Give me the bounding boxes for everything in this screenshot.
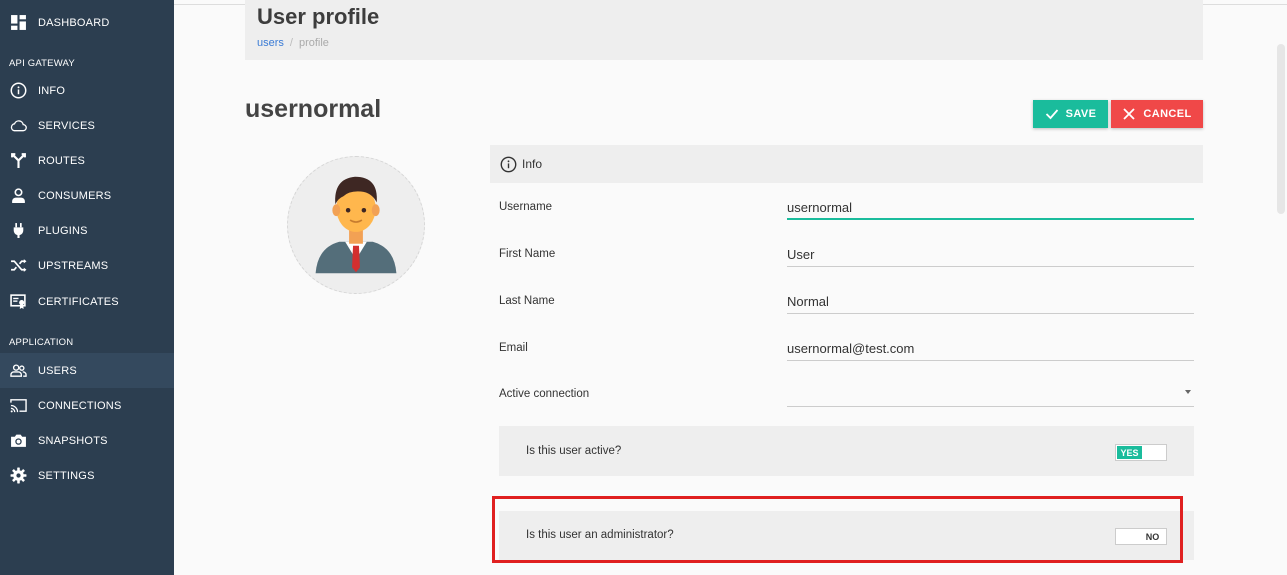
cancel-button[interactable]: CANCEL <box>1111 100 1203 128</box>
sidebar-item-label: UPSTREAMS <box>38 259 109 272</box>
cast-icon <box>9 397 27 415</box>
sidebar-item-label: SETTINGS <box>38 469 95 482</box>
info-icon <box>500 156 517 172</box>
sidebar-item-label: DASHBOARD <box>38 16 110 29</box>
camera-icon <box>9 432 27 450</box>
cancel-button-label: CANCEL <box>1143 108 1192 120</box>
save-button[interactable]: SAVE <box>1033 100 1108 128</box>
shuffle-icon <box>9 257 27 275</box>
sidebar-section-application: APPLICATION <box>9 337 74 348</box>
sidebar-item-label: USERS <box>38 364 77 377</box>
sidebar-item-consumers[interactable]: CONSUMERS <box>0 178 174 213</box>
sidebar-item-dashboard[interactable]: DASHBOARD <box>0 5 174 40</box>
users-icon <box>9 362 27 380</box>
active-connection-select[interactable] <box>787 383 1194 407</box>
sidebar-item-settings[interactable]: SETTINGS <box>0 458 174 493</box>
first-name-field[interactable] <box>787 243 1194 267</box>
page-header: User profile users / profile <box>245 0 1203 60</box>
sidebar-item-label: CONSUMERS <box>38 189 112 202</box>
email-field[interactable] <box>787 337 1194 361</box>
check-icon <box>1045 109 1058 120</box>
breadcrumb: users / profile <box>257 37 329 49</box>
admin-toggle-off-label: NO <box>1145 531 1160 542</box>
sidebar-item-info[interactable]: INFO <box>0 73 174 108</box>
breadcrumb-link-users[interactable]: users <box>257 37 284 49</box>
sidebar-item-connections[interactable]: CONNECTIONS <box>0 388 174 423</box>
avatar-person-icon <box>315 176 397 274</box>
sidebar: DASHBOARD API GATEWAY INFO SERVICES ROUT… <box>0 0 174 575</box>
first-name-label: First Name <box>499 248 556 260</box>
sidebar-item-certificates[interactable]: CERTIFICATES <box>0 284 174 319</box>
page-title: User profile <box>257 4 380 29</box>
sidebar-item-label: CONNECTIONS <box>38 399 122 412</box>
dashboard-icon <box>9 14 27 32</box>
email-label: Email <box>499 342 528 354</box>
sidebar-item-upstreams[interactable]: UPSTREAMS <box>0 248 174 283</box>
routes-icon <box>9 152 27 170</box>
certificate-icon <box>9 293 27 311</box>
sidebar-item-routes[interactable]: ROUTES <box>0 143 174 178</box>
breadcrumb-separator: / <box>289 37 293 49</box>
info-icon <box>9 82 27 100</box>
cloud-icon <box>9 117 27 135</box>
close-icon <box>1123 108 1136 120</box>
sidebar-item-label: ROUTES <box>38 154 86 167</box>
username-label: Username <box>499 201 553 213</box>
admin-toggle-question: Is this user an administrator? <box>526 529 674 541</box>
active-toggle-on-label: YES <box>1117 446 1142 459</box>
sidebar-item-label: SERVICES <box>38 119 96 132</box>
scrollbar[interactable] <box>1277 44 1285 214</box>
info-section-header: Info <box>490 145 1203 183</box>
breadcrumb-current: profile <box>298 37 329 49</box>
profile-username-title: usernormal <box>245 95 382 123</box>
gear-icon <box>9 467 27 485</box>
last-name-label: Last Name <box>499 295 555 307</box>
last-name-field[interactable] <box>787 290 1194 314</box>
admin-toggle[interactable]: NO <box>1115 528 1167 545</box>
sidebar-item-label: PLUGINS <box>38 224 88 237</box>
chevron-down-icon[interactable] <box>1185 390 1191 394</box>
active-connection-label: Active connection <box>499 388 590 400</box>
sidebar-item-label: SNAPSHOTS <box>38 434 108 447</box>
sidebar-item-plugins[interactable]: PLUGINS <box>0 213 174 248</box>
user-icon <box>9 187 27 205</box>
sidebar-item-services[interactable]: SERVICES <box>0 108 174 143</box>
active-toggle-question: Is this user active? <box>526 445 622 457</box>
save-button-label: SAVE <box>1065 108 1097 120</box>
sidebar-item-label: CERTIFICATES <box>38 295 119 308</box>
plug-icon <box>9 222 27 240</box>
username-field[interactable] <box>787 196 1194 220</box>
sidebar-item-users[interactable]: USERS <box>0 353 174 388</box>
sidebar-item-snapshots[interactable]: SNAPSHOTS <box>0 423 174 458</box>
avatar <box>287 156 425 294</box>
info-section-label: Info <box>522 157 543 171</box>
sidebar-section-api-gateway: API GATEWAY <box>9 58 75 69</box>
active-toggle-row: Is this user active? YES <box>499 426 1194 476</box>
active-toggle[interactable]: YES <box>1115 444 1167 461</box>
admin-toggle-row: Is this user an administrator? NO <box>499 511 1194 560</box>
sidebar-item-label: INFO <box>38 84 66 97</box>
